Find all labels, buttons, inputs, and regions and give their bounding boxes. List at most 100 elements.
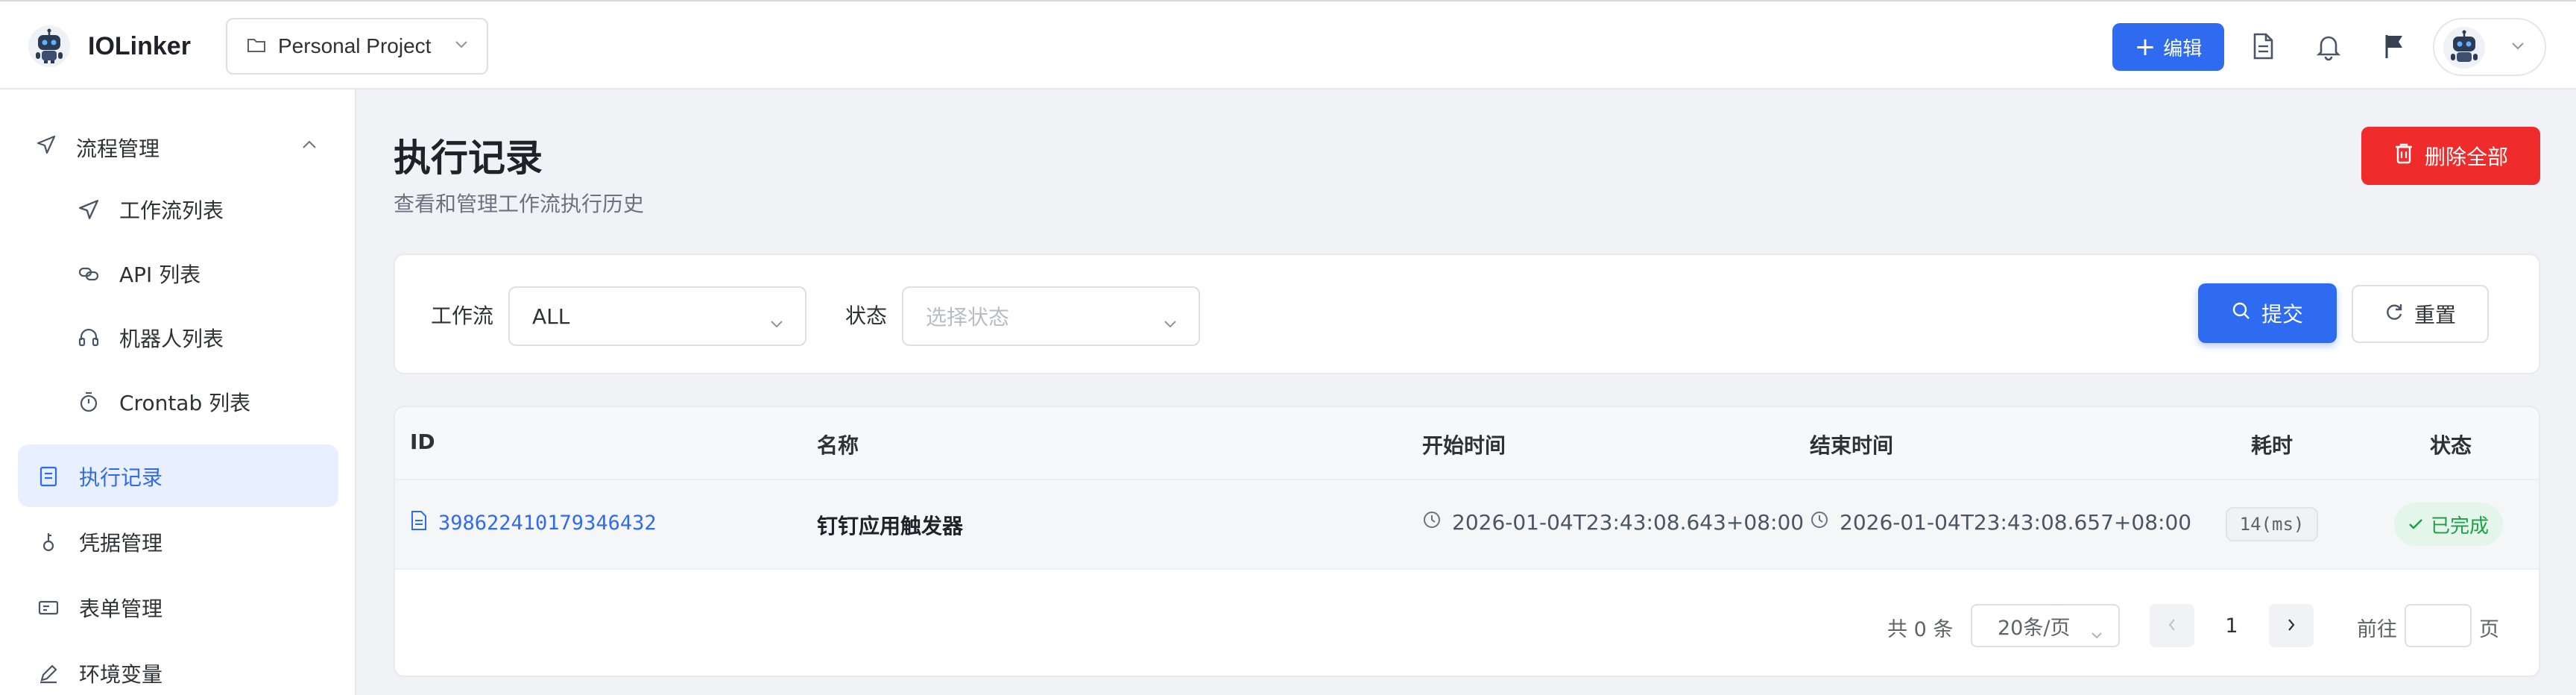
refresh-icon xyxy=(2384,302,2414,327)
sidebar-item-label: 表单管理 xyxy=(79,597,163,621)
document-icon xyxy=(37,465,60,488)
edit-button[interactable]: + 编辑 xyxy=(2112,23,2224,71)
project-name: Personal Project xyxy=(278,34,432,57)
table-header: ID 名称 开始时间 结束时间 耗时 状态 xyxy=(395,407,2539,480)
form-icon xyxy=(37,597,60,619)
sidebar-item-label: 执行记录 xyxy=(79,465,163,490)
next-page-button[interactable] xyxy=(2269,604,2314,647)
column-header-start-time: 开始时间 xyxy=(1422,433,1506,458)
row-start-time-cell: 2026-01-04T23:43:08.643+08:00 xyxy=(1422,510,1804,535)
start-time-text: 2026-01-04T23:43:08.643+08:00 xyxy=(1452,510,1805,535)
status-select[interactable]: 选择状态 xyxy=(902,286,1200,346)
column-header-name: 名称 xyxy=(817,433,859,458)
headset-icon xyxy=(78,327,100,349)
page-subtitle: 查看和管理工作流执行历史 xyxy=(394,192,645,216)
chevron-down-icon xyxy=(2090,622,2103,645)
send-icon xyxy=(36,134,57,158)
send-icon xyxy=(78,198,100,221)
goto-page-input[interactable] xyxy=(2405,604,2472,647)
page-number-button[interactable]: 1 xyxy=(2209,604,2254,647)
top-header: IOLinker Personal Project + 编辑 xyxy=(0,0,2576,89)
column-header-id: ID xyxy=(410,430,435,454)
pagination-total: 共 0 条 xyxy=(1887,618,1954,641)
robot-logo-icon xyxy=(28,25,70,67)
flag-icon[interactable] xyxy=(2379,31,2409,61)
goto-suffix: 页 xyxy=(2479,618,2499,641)
chevron-down-icon xyxy=(454,39,469,53)
workflow-filter-label: 工作流 xyxy=(431,304,494,328)
sidebar-item-api-list[interactable]: API 列表 xyxy=(78,242,201,306)
folder-icon xyxy=(247,37,266,56)
sidebar-item-label: 环境变量 xyxy=(79,662,163,687)
workflow-select[interactable]: ALL xyxy=(508,286,806,346)
column-header-duration: 耗时 xyxy=(2251,433,2294,458)
file-icon xyxy=(410,510,428,536)
submit-button[interactable]: 提交 xyxy=(2198,283,2337,343)
sidebar-item-execution-records[interactable]: 执行记录 xyxy=(37,444,162,509)
delete-all-label: 删除全部 xyxy=(2424,145,2508,169)
check-icon xyxy=(2408,513,2431,535)
clock-icon xyxy=(1422,510,1442,535)
end-time-text: 2026-01-04T23:43:08.657+08:00 xyxy=(1840,510,2192,535)
plus-icon: + xyxy=(2134,32,2156,62)
app-name: IOLinker xyxy=(88,31,191,60)
duration-badge: 14(ms) xyxy=(2226,507,2318,541)
project-selector[interactable]: Personal Project xyxy=(226,18,488,75)
clock-icon xyxy=(1810,510,1829,535)
sidebar-item-robot-list[interactable]: 机器人列表 xyxy=(78,306,224,370)
goto-label: 前往 xyxy=(2357,618,2397,641)
avatar xyxy=(2443,27,2485,69)
sidebar-item-credentials[interactable]: 凭据管理 xyxy=(37,510,162,574)
status-badge: 已完成 xyxy=(2394,503,2503,546)
submit-button-label: 提交 xyxy=(2261,302,2303,327)
reset-button[interactable]: 重置 xyxy=(2352,285,2489,343)
column-header-end-time: 结束时间 xyxy=(1810,433,1894,458)
trash-icon xyxy=(2393,142,2425,170)
chevron-right-icon xyxy=(2286,614,2296,638)
key-icon xyxy=(37,531,60,553)
sidebar-item-label: Crontab 列表 xyxy=(119,391,251,415)
row-name-cell: 钉钉应用触发器 xyxy=(817,514,964,538)
execution-id-link[interactable]: 398622410179346432 xyxy=(438,512,657,535)
user-menu[interactable] xyxy=(2433,18,2546,76)
page-size-select[interactable]: 20条/页 xyxy=(1971,604,2120,647)
logo[interactable]: IOLinker xyxy=(28,25,191,67)
chevron-left-icon xyxy=(2167,614,2177,638)
row-end-time-cell: 2026-01-04T23:43:08.657+08:00 xyxy=(1810,510,2191,535)
sidebar-group-workflow-management[interactable]: 流程管理 xyxy=(0,113,356,177)
edit-button-label: 编辑 xyxy=(2163,37,2203,60)
pen-icon xyxy=(37,662,60,685)
sidebar-item-workflow-list[interactable]: 工作流列表 xyxy=(78,177,224,242)
chevron-down-icon xyxy=(769,310,784,335)
sidebar-item-label: 凭据管理 xyxy=(79,531,163,556)
sidebar-item-label: 工作流列表 xyxy=(119,198,224,223)
stopwatch-icon xyxy=(78,391,100,413)
status-filter-label: 状态 xyxy=(845,304,888,328)
chevron-down-icon xyxy=(2510,40,2525,54)
sidebar-item-crontab-list[interactable]: Crontab 列表 xyxy=(78,370,250,434)
prev-page-button[interactable] xyxy=(2150,604,2194,647)
page-title: 执行记录 xyxy=(394,136,543,180)
sidebar-item-env-vars[interactable]: 环境变量 xyxy=(37,641,162,695)
chevron-down-icon xyxy=(1163,310,1178,335)
workflow-select-value: ALL xyxy=(532,304,570,329)
execution-table: ID 名称 开始时间 结束时间 耗时 状态 398622410179346432… xyxy=(394,406,2540,677)
sidebar: 流程管理 工作流列表 API 列表 机器人列表 Crontab 列表 执行记录 xyxy=(0,89,356,695)
row-id-cell[interactable]: 398622410179346432 xyxy=(410,510,657,536)
sidebar-item-label: API 列表 xyxy=(119,262,201,287)
table-row[interactable]: 398622410179346432 钉钉应用触发器 2026-01-04T23… xyxy=(395,480,2539,570)
bell-icon[interactable] xyxy=(2314,31,2343,61)
filter-panel: 工作流 ALL 状态 选择状态 提交 重置 xyxy=(394,254,2540,374)
status-select-placeholder: 选择状态 xyxy=(926,305,1010,330)
document-icon[interactable] xyxy=(2248,31,2278,61)
sidebar-item-forms[interactable]: 表单管理 xyxy=(37,576,162,640)
link-icon xyxy=(78,262,100,285)
search-icon xyxy=(2232,301,2261,326)
reset-button-label: 重置 xyxy=(2414,303,2456,327)
sidebar-group-label: 流程管理 xyxy=(76,136,160,161)
chevron-up-icon xyxy=(301,139,318,153)
page-size-value: 20条/页 xyxy=(1998,616,2071,640)
column-header-status: 状态 xyxy=(2430,433,2472,458)
status-text: 已完成 xyxy=(2430,515,2489,538)
delete-all-button[interactable]: 删除全部 xyxy=(2361,127,2540,185)
